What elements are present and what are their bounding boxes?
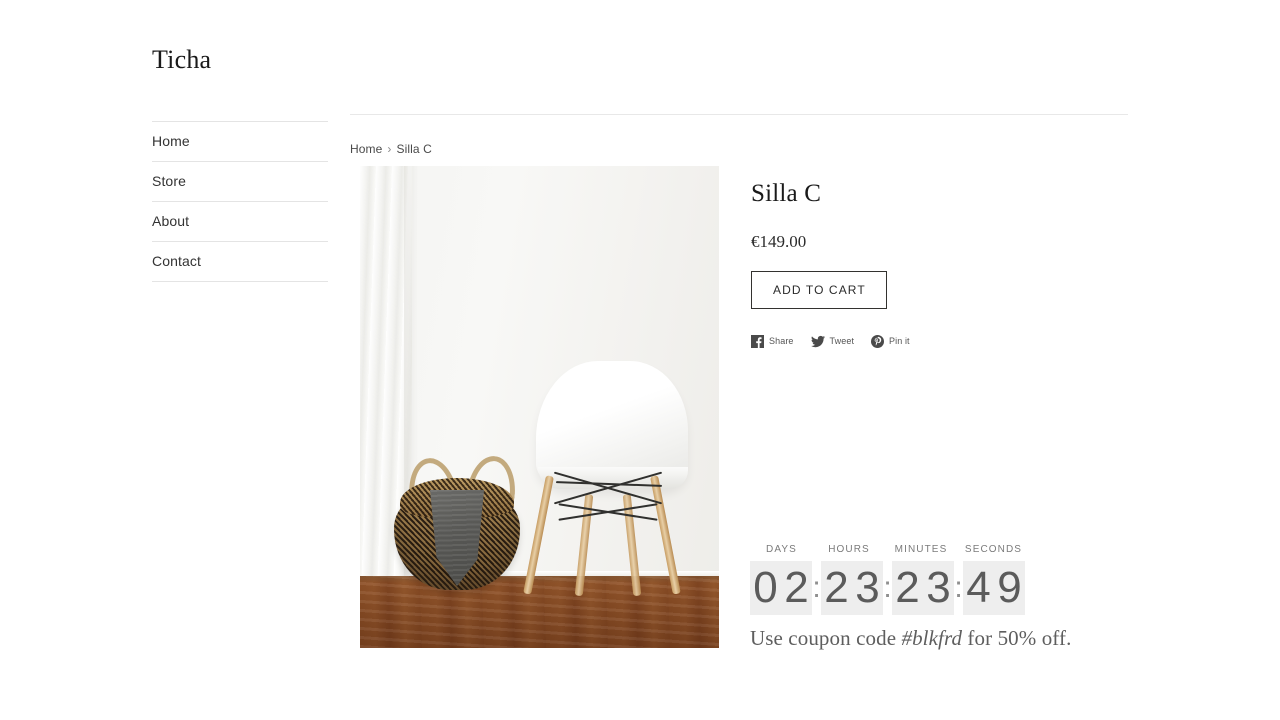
sidebar-item-contact[interactable]: Contact: [152, 242, 328, 282]
share-twitter-label: Tweet: [829, 336, 855, 346]
breadcrumb-separator: ›: [387, 142, 392, 156]
product-info: Silla C €149.00 ADD TO CART Share Tweet …: [751, 179, 1129, 348]
product-image[interactable]: [360, 166, 719, 648]
coupon-suffix: for 50% off.: [962, 626, 1072, 650]
countdown-separator: :: [954, 571, 963, 604]
product-image-scene: [360, 166, 719, 648]
share-twitter-button[interactable]: Tweet: [810, 335, 855, 348]
countdown-seconds-group: 4 9: [963, 561, 1025, 615]
main-navigation: Home Store About Contact: [152, 121, 328, 282]
coupon-message: Use coupon code #blkfrd for 50% off.: [750, 625, 1130, 651]
twitter-icon: [810, 335, 825, 348]
sidebar: Ticha Home Store About Contact: [152, 44, 328, 282]
countdown-separator: :: [883, 571, 892, 604]
breadcrumb: Home › Silla C: [350, 142, 1128, 156]
countdown-days-group: 0 2: [750, 561, 812, 615]
header-divider: [350, 114, 1128, 115]
countdown-minutes-digit-2: 3: [926, 563, 951, 612]
product-page: Ticha Home Store About Contact Home › Sill…: [0, 0, 1280, 720]
share-facebook-button[interactable]: Share: [751, 335, 794, 348]
scene-chair: [523, 361, 693, 597]
chair-leg-front-right: [650, 475, 681, 595]
coupon-code: #blkfrd: [901, 626, 963, 650]
pinterest-icon: [871, 335, 885, 348]
share-pinterest-button[interactable]: Pin it: [871, 335, 910, 348]
countdown-minutes-group: 2 3: [892, 561, 954, 615]
countdown-separator: :: [812, 571, 821, 604]
site-logo[interactable]: Ticha: [152, 44, 328, 76]
chair-leg-front-left: [523, 475, 554, 595]
countdown-seconds-digit-2: 9: [997, 563, 1022, 612]
share-facebook-label: Share: [769, 336, 794, 346]
sidebar-item-store[interactable]: Store: [152, 162, 328, 202]
coupon-prefix: Use coupon code: [750, 626, 902, 650]
share-pinterest-label: Pin it: [889, 336, 910, 346]
countdown-digits: 0 2 : 2 3 : 2 3 : 4 9: [750, 561, 1130, 615]
countdown-hours-group: 2 3: [821, 561, 883, 615]
breadcrumb-current: Silla C: [396, 142, 432, 156]
countdown-seconds-digit-1: 4: [966, 563, 991, 612]
countdown-days-digit-2: 2: [784, 563, 809, 612]
countdown-minutes-digit-1: 2: [895, 563, 920, 612]
countdown-hours-digit-1: 2: [824, 563, 849, 612]
countdown-hours-digit-2: 3: [855, 563, 880, 612]
scene-basket: [394, 453, 520, 590]
breadcrumb-home[interactable]: Home: [350, 142, 382, 156]
product-title: Silla C: [751, 180, 822, 207]
facebook-icon: [751, 335, 764, 348]
product-price: €149.00: [751, 232, 807, 251]
main-content: Home › Silla C Silla C €149.00 ADD TO CA…: [350, 114, 1128, 650]
countdown-timer: DAYS HOURS MINUTES SECONDS 0 2 : 2 3 : 2…: [750, 544, 1130, 651]
sidebar-item-home[interactable]: Home: [152, 122, 328, 162]
countdown-label-hours: HOURS: [828, 544, 870, 555]
countdown-label-seconds: SECONDS: [964, 544, 1023, 555]
add-to-cart-button[interactable]: ADD TO CART: [751, 271, 887, 309]
countdown-label-days: DAYS: [766, 544, 797, 555]
social-share-row: Share Tweet Pin it: [751, 335, 1129, 348]
chair-shell: [536, 361, 688, 489]
countdown-labels: DAYS HOURS MINUTES SECONDS: [750, 544, 1130, 556]
sidebar-item-about[interactable]: About: [152, 202, 328, 242]
countdown-days-digit-1: 0: [753, 563, 778, 612]
countdown-label-minutes: MINUTES: [894, 544, 948, 555]
